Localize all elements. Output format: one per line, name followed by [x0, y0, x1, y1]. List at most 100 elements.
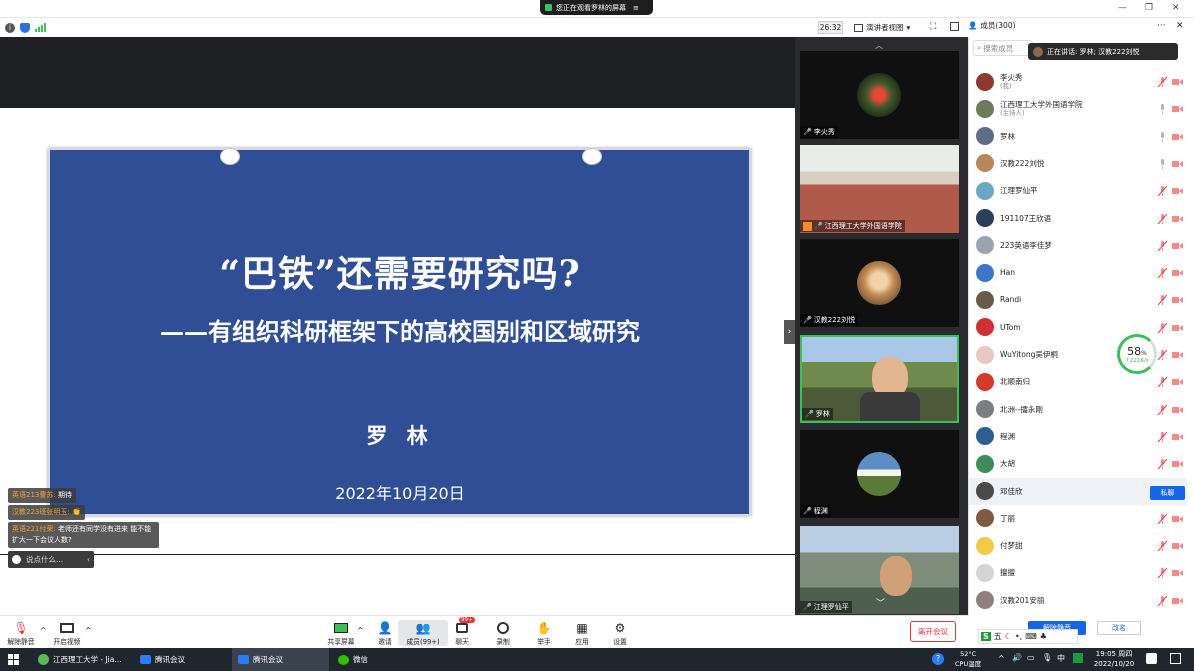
shield-icon[interactable]: [20, 22, 30, 33]
settings-button[interactable]: ⚙ 设置: [595, 620, 645, 646]
layout-icon[interactable]: [950, 22, 959, 31]
close-panel-icon[interactable]: ✕: [1176, 21, 1184, 31]
clock[interactable]: 19:05 周四 2022/10/20: [1090, 649, 1138, 669]
camera-off-icon[interactable]: [1172, 269, 1183, 277]
action-center-icon[interactable]: [1170, 653, 1181, 664]
taskbar-app[interactable]: 腾讯会议: [134, 648, 229, 671]
member-row[interactable]: 程渊: [969, 423, 1187, 450]
sogou-tray-icon[interactable]: [1073, 653, 1083, 663]
member-row[interactable]: 汉教201安丽: [969, 587, 1187, 614]
camera-off-icon[interactable]: [1172, 160, 1183, 168]
camera-off-icon[interactable]: [1172, 324, 1183, 332]
view-mode-dropdown[interactable]: 演讲者视图 ▾: [854, 21, 910, 34]
chevron-left-icon[interactable]: ‹: [87, 555, 90, 564]
member-row[interactable]: 大胡: [969, 450, 1187, 477]
mic-muted-icon[interactable]: [1158, 431, 1167, 442]
network-icon[interactable]: ▭: [1027, 653, 1035, 662]
mic-icon[interactable]: [1158, 104, 1167, 115]
mic-muted-icon[interactable]: [1158, 240, 1167, 251]
windows-start-icon[interactable]: [8, 654, 19, 665]
mic-icon[interactable]: [1158, 131, 1167, 142]
video-tile[interactable]: 🎤 汉教222刘悦: [800, 239, 959, 327]
member-row[interactable]: 罗林: [969, 123, 1187, 150]
scroll-down-icon[interactable]: ﹀: [876, 596, 885, 609]
member-row[interactable]: 汉教222刘悦: [969, 150, 1187, 177]
menu-icon[interactable]: ≡: [633, 4, 639, 12]
video-tile-active[interactable]: 🎤 罗林: [800, 335, 959, 423]
member-row[interactable]: 江理罗仙平: [969, 177, 1187, 204]
member-search-input[interactable]: ⌕ 搜索成员: [973, 40, 1033, 56]
scroll-up-icon[interactable]: ︿: [875, 40, 883, 51]
video-tile[interactable]: 🎤 李火秀: [800, 51, 959, 139]
restore-icon[interactable]: ❐: [1145, 3, 1153, 13]
camera-off-icon[interactable]: [1172, 597, 1183, 605]
taskbar-app[interactable]: 江西理工大学 - Jia...: [32, 648, 132, 671]
camera-off-icon[interactable]: [1172, 105, 1183, 113]
mic-muted-icon[interactable]: [1158, 377, 1167, 388]
video-tile[interactable]: 🎤 江理罗仙平 ﹀: [800, 526, 959, 614]
mic-muted-icon[interactable]: [1158, 513, 1167, 524]
member-row[interactable]: 北洲--擂永刚: [969, 396, 1187, 423]
ime-toolbar[interactable]: S 五 ☾ •, ⌨ ♣: [978, 629, 1078, 644]
more-options-icon[interactable]: ···: [1157, 21, 1166, 31]
taskbar-app[interactable]: 微信: [332, 648, 427, 671]
collapse-thumbs-button[interactable]: ›: [784, 320, 795, 344]
camera-off-icon[interactable]: [1172, 569, 1183, 577]
mic-muted-icon[interactable]: [1158, 186, 1167, 197]
member-row[interactable]: 江西理工大学外国语学院 (主持人): [969, 95, 1187, 122]
volume-icon[interactable]: 🔊: [1012, 653, 1022, 662]
camera-off-icon[interactable]: [1172, 515, 1183, 523]
private-chat-button[interactable]: 私聊: [1150, 486, 1185, 500]
chevron-up-icon[interactable]: ^: [85, 626, 92, 635]
camera-off-icon[interactable]: [1172, 78, 1183, 86]
mic-muted-icon[interactable]: [1158, 295, 1167, 306]
member-row[interactable]: 李火秀 (我): [969, 68, 1187, 95]
camera-off-icon[interactable]: [1172, 542, 1183, 550]
camera-off-icon[interactable]: [1172, 351, 1183, 359]
mic-muted-icon[interactable]: [1158, 568, 1167, 579]
member-row[interactable]: Han: [969, 259, 1187, 286]
member-row[interactable]: 丁丽: [969, 505, 1187, 532]
video-tile[interactable]: 🎤 江西理工大学外国语学院: [800, 145, 959, 233]
camera-off-icon[interactable]: [1172, 296, 1183, 304]
mic-tray-icon[interactable]: 🎙: [1042, 653, 1052, 662]
camera-off-icon[interactable]: [1172, 133, 1183, 141]
member-row[interactable]: 191107王欣语: [969, 205, 1187, 232]
mic-muted-icon[interactable]: [1158, 350, 1167, 360]
minimize-icon[interactable]: —: [1118, 3, 1127, 13]
member-row[interactable]: UTom: [969, 314, 1187, 341]
camera-off-icon[interactable]: [1172, 215, 1183, 223]
camera-off-icon[interactable]: [1172, 433, 1183, 441]
fullscreen-icon[interactable]: ⛶: [930, 22, 936, 32]
mic-muted-icon[interactable]: [1158, 459, 1167, 470]
mic-muted-icon[interactable]: [1158, 213, 1167, 224]
mic-muted-icon[interactable]: [1158, 322, 1167, 333]
emoji-icon[interactable]: [12, 555, 21, 564]
camera-off-icon[interactable]: [1172, 187, 1183, 195]
members-tab[interactable]: 👤 成员(300): [968, 20, 1016, 31]
camera-off-icon[interactable]: [1172, 460, 1183, 468]
chat-input[interactable]: 说点什么... ‹: [8, 551, 94, 568]
camera-off-icon[interactable]: [1172, 406, 1183, 414]
tray-expand-icon[interactable]: ^: [998, 654, 1005, 663]
member-row[interactable]: 北顺南归: [969, 368, 1187, 395]
screen-share-banner[interactable]: 您正在观看罗林的屏幕 ≡: [540, 0, 653, 15]
mic-muted-icon[interactable]: [1158, 77, 1167, 87]
leave-meeting-button[interactable]: 离开会议: [910, 621, 956, 642]
info-icon[interactable]: i: [5, 22, 15, 33]
close-icon[interactable]: ✕: [1172, 3, 1180, 13]
member-row[interactable]: Randi: [969, 286, 1187, 313]
taskbar-app-active[interactable]: 腾讯会议: [232, 648, 329, 671]
camera-off-icon[interactable]: [1172, 378, 1183, 386]
mic-muted-icon[interactable]: [1158, 541, 1167, 552]
rename-button[interactable]: 改名: [1097, 621, 1141, 635]
notification-icon[interactable]: [1146, 653, 1157, 664]
mic-muted-icon[interactable]: [1158, 595, 1167, 606]
member-row[interactable]: 付梦甜: [969, 532, 1187, 559]
mic-muted-icon[interactable]: [1158, 268, 1167, 279]
signal-icon[interactable]: [35, 23, 46, 32]
member-row[interactable]: 223英语李佳梦: [969, 232, 1187, 259]
camera-off-icon[interactable]: [1172, 242, 1183, 250]
help-icon[interactable]: ?: [932, 653, 944, 665]
mic-muted-icon[interactable]: [1158, 404, 1167, 415]
